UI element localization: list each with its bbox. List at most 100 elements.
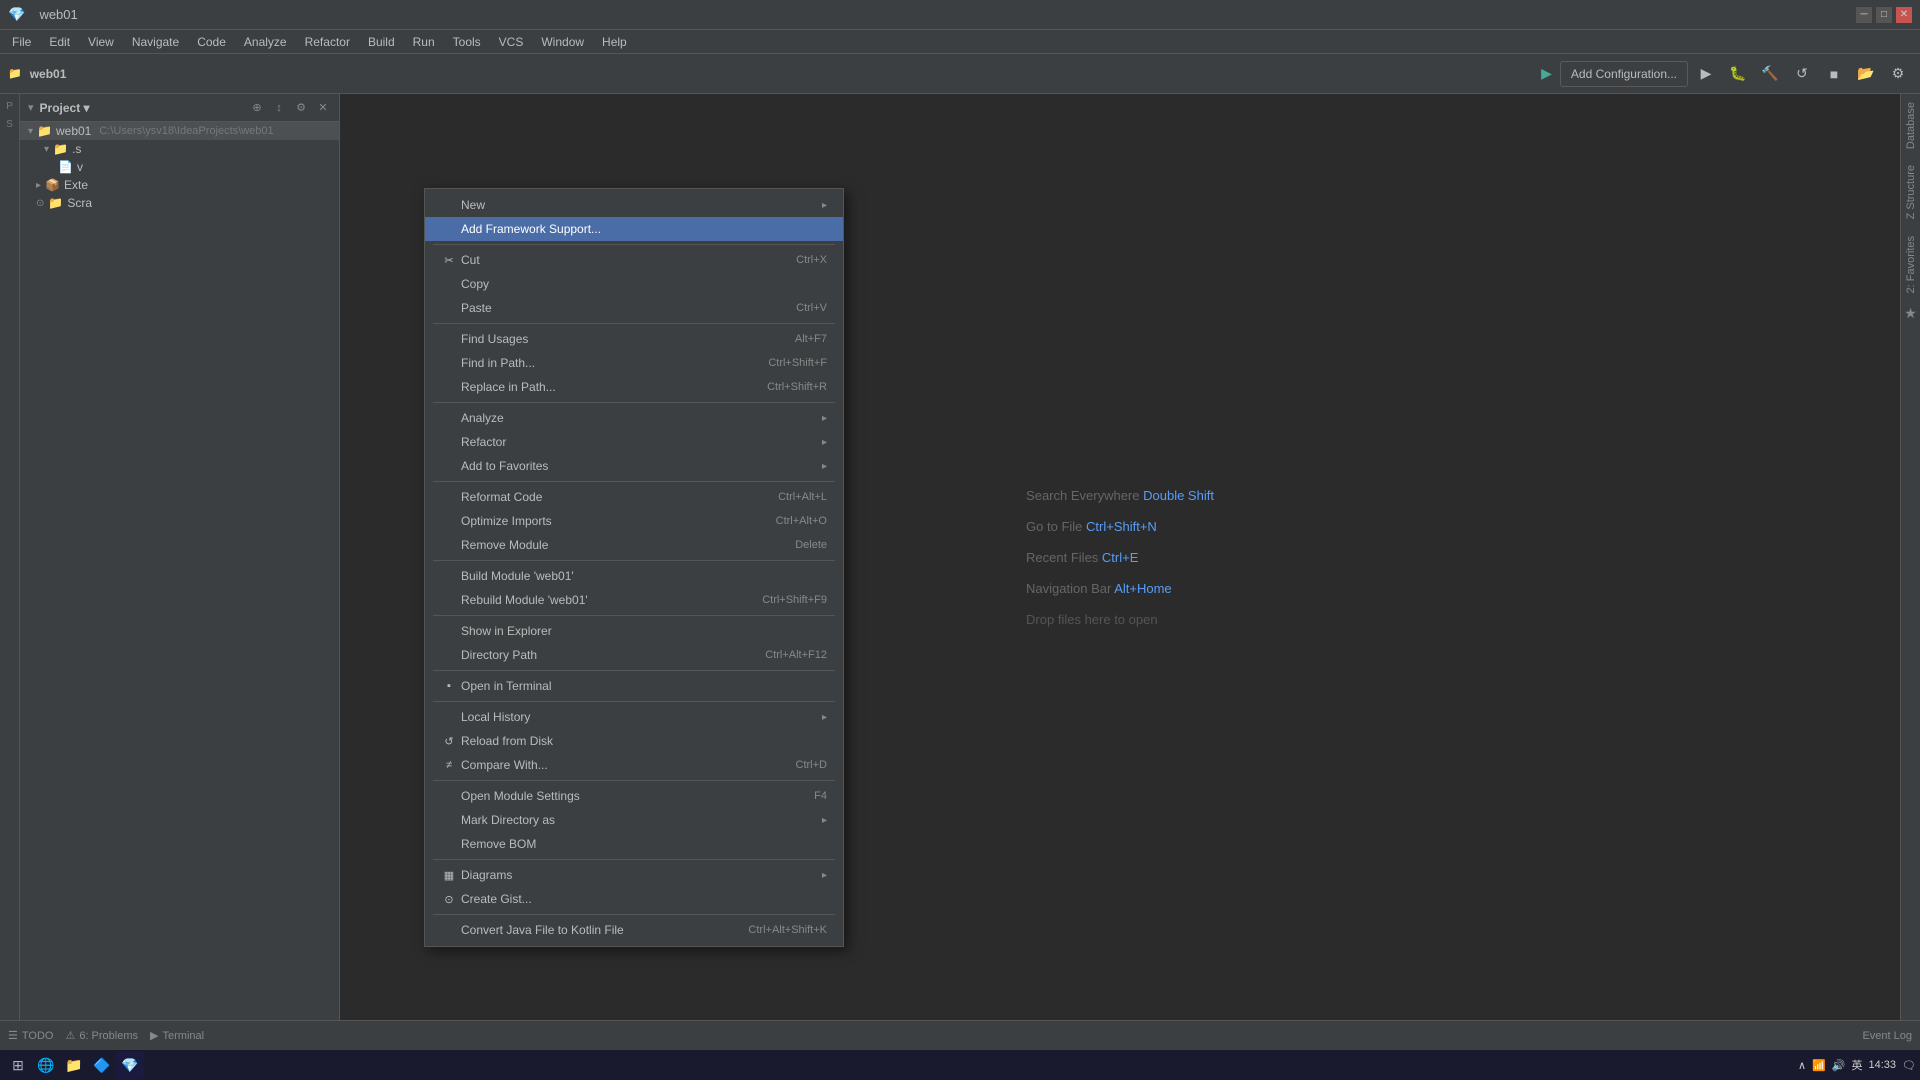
sync-project-icon[interactable]: ⊕ xyxy=(249,100,265,116)
context-menu-item-replace-in-path[interactable]: Replace in Path...Ctrl+Shift+R xyxy=(425,375,843,399)
analyze-label: Analyze xyxy=(461,411,504,425)
menu-item-edit[interactable]: Edit xyxy=(41,33,78,51)
context-menu-item-directory-path[interactable]: Directory PathCtrl+Alt+F12 xyxy=(425,643,843,667)
volume-icon: 🔊 xyxy=(1832,1059,1846,1072)
close-project-icon[interactable]: ✕ xyxy=(315,100,331,116)
menu-item-refactor[interactable]: Refactor xyxy=(297,33,358,51)
menu-item-vcs[interactable]: VCS xyxy=(491,33,532,51)
context-menu-item-new[interactable]: New▸ xyxy=(425,193,843,217)
context-menu-item-compare-with[interactable]: ≠Compare With...Ctrl+D xyxy=(425,753,843,777)
tree-item-scratch[interactable]: ⊙ 📁 Scra xyxy=(20,194,339,212)
system-tray: ∧ xyxy=(1798,1059,1806,1072)
context-menu-item-find-in-path[interactable]: Find in Path...Ctrl+Shift+F xyxy=(425,351,843,375)
context-menu-item-reformat-code[interactable]: Reformat CodeCtrl+Alt+L xyxy=(425,485,843,509)
settings-button[interactable]: ⚙ xyxy=(1884,60,1912,88)
menu-separator xyxy=(433,402,835,403)
context-menu-item-diagrams[interactable]: ▦Diagrams▸ xyxy=(425,863,843,887)
menu-item-file[interactable]: File xyxy=(4,33,39,51)
context-menu-item-build-module[interactable]: Build Module 'web01' xyxy=(425,564,843,588)
tree-item-s[interactable]: ▾ 📁 .s xyxy=(20,140,339,158)
debug-button[interactable]: 🐛 xyxy=(1724,60,1752,88)
terminal-tab[interactable]: ▶ Terminal xyxy=(150,1029,204,1042)
minimize-button[interactable]: ─ xyxy=(1856,7,1872,23)
build-button[interactable]: 🔨 xyxy=(1756,60,1784,88)
maximize-button[interactable]: □ xyxy=(1876,7,1892,23)
menu-item-build[interactable]: Build xyxy=(360,33,403,51)
cut-shortcut: Ctrl+X xyxy=(796,254,827,266)
context-menu-item-rebuild-module[interactable]: Rebuild Module 'web01' Ctrl+Shift+F9 xyxy=(425,588,843,612)
favorites-label[interactable]: 2: Favorites xyxy=(1903,228,1919,301)
app1-icon[interactable]: 🔷 xyxy=(88,1051,116,1079)
context-menu-item-reload-disk[interactable]: ↺Reload from Disk xyxy=(425,729,843,753)
context-menu-item-add-framework[interactable]: Add Framework Support... xyxy=(425,217,843,241)
tree-item-external[interactable]: ▸ 📦 Exte xyxy=(20,176,339,194)
add-framework-label: Add Framework Support... xyxy=(461,222,601,236)
tree-item-web01[interactable]: ▾ 📁 web01 C:\Users\ysv18\IdeaProjects\we… xyxy=(20,122,339,140)
star-icon[interactable]: ★ xyxy=(1900,301,1920,326)
event-log-item[interactable]: Event Log xyxy=(1862,1030,1912,1042)
context-menu-item-analyze[interactable]: Analyze▸ xyxy=(425,406,843,430)
todo-tab[interactable]: ☰ TODO xyxy=(8,1029,53,1042)
files-icon[interactable]: 📁 xyxy=(60,1051,88,1079)
context-menu-item-copy[interactable]: Copy xyxy=(425,272,843,296)
diagrams-icon: ▦ xyxy=(441,867,457,883)
sync-button[interactable]: ↺ xyxy=(1788,60,1816,88)
search-files-button[interactable]: 📂 xyxy=(1852,60,1880,88)
optimize-imports-icon xyxy=(441,513,457,529)
project-tool-icon[interactable]: P xyxy=(2,98,18,114)
context-menu-item-local-history[interactable]: Local History▸ xyxy=(425,705,843,729)
context-menu-item-convert-java[interactable]: Convert Java File to Kotlin FileCtrl+Alt… xyxy=(425,918,843,942)
context-menu-item-remove-module[interactable]: Remove ModuleDelete xyxy=(425,533,843,557)
context-menu-item-find-usages[interactable]: Find UsagesAlt+F7 xyxy=(425,327,843,351)
context-menu-item-mark-directory[interactable]: Mark Directory as▸ xyxy=(425,808,843,832)
menu-item-code[interactable]: Code xyxy=(189,33,234,51)
menu-item-run[interactable]: Run xyxy=(405,33,443,51)
settings-project-icon[interactable]: ⚙ xyxy=(293,100,309,116)
menu-separator xyxy=(433,481,835,482)
stop-button[interactable]: ■ xyxy=(1820,60,1848,88)
context-menu-item-open-module-settings[interactable]: Open Module SettingsF4 xyxy=(425,784,843,808)
run-button[interactable]: ▶ xyxy=(1692,60,1720,88)
browser-icon[interactable]: 🌐 xyxy=(32,1051,60,1079)
rebuild-module-shortcut: Ctrl+Shift+F9 xyxy=(762,594,827,606)
menu-separator xyxy=(433,244,835,245)
context-menu-item-paste[interactable]: PasteCtrl+V xyxy=(425,296,843,320)
add-framework-icon xyxy=(441,221,457,237)
context-menu-item-optimize-imports[interactable]: Optimize ImportsCtrl+Alt+O xyxy=(425,509,843,533)
replace-in-path-label: Replace in Path... xyxy=(461,380,556,394)
optimize-imports-label: Optimize Imports xyxy=(461,514,552,528)
notification-icon[interactable]: 🗨 xyxy=(1902,1059,1916,1072)
close-button[interactable]: ✕ xyxy=(1896,7,1912,23)
context-menu-item-cut[interactable]: ✂CutCtrl+X xyxy=(425,248,843,272)
context-menu-item-show-explorer[interactable]: Show in Explorer xyxy=(425,619,843,643)
menu-item-analyze[interactable]: Analyze xyxy=(236,33,295,51)
start-button[interactable]: ⊞ xyxy=(4,1051,32,1079)
menu-item-window[interactable]: Window xyxy=(533,33,592,51)
z-structure-label[interactable]: Z Structure xyxy=(1903,157,1919,227)
menu-item-tools[interactable]: Tools xyxy=(445,33,489,51)
intellij-icon[interactable]: 💎 xyxy=(116,1051,144,1079)
language-indicator[interactable]: 英 xyxy=(1852,1057,1863,1073)
context-menu-item-remove-bom[interactable]: Remove BOM xyxy=(425,832,843,856)
structure-tool-icon[interactable]: S xyxy=(2,116,18,132)
open-module-settings-label: Open Module Settings xyxy=(461,789,580,803)
menu-item-navigate[interactable]: Navigate xyxy=(124,33,187,51)
context-menu-item-refactor[interactable]: Refactor▸ xyxy=(425,430,843,454)
collapse-all-icon[interactable]: ↕ xyxy=(271,100,287,116)
problems-tab[interactable]: ⚠ 6: Problems xyxy=(65,1029,138,1042)
menu-item-view[interactable]: View xyxy=(80,33,122,51)
remove-module-label: Remove Module xyxy=(461,538,548,552)
context-menu-item-open-terminal[interactable]: ▪Open in Terminal xyxy=(425,674,843,698)
paste-label: Paste xyxy=(461,301,492,315)
hint-drop-files: Drop files here to open xyxy=(1026,612,1214,627)
add-configuration-button[interactable]: Add Configuration... xyxy=(1560,61,1688,87)
tree-item-v[interactable]: 📄 v xyxy=(20,158,339,176)
menu-separator xyxy=(433,701,835,702)
context-menu-item-create-gist[interactable]: ⊙Create Gist... xyxy=(425,887,843,911)
context-menu-item-add-to-fav[interactable]: Add to Favorites▸ xyxy=(425,454,843,478)
network-icon: 📶 xyxy=(1812,1059,1826,1072)
database-label[interactable]: Database xyxy=(1903,94,1919,157)
rebuild-module-label: Rebuild Module 'web01' xyxy=(461,593,588,607)
open-terminal-label: Open in Terminal xyxy=(461,679,552,693)
menu-item-help[interactable]: Help xyxy=(594,33,635,51)
